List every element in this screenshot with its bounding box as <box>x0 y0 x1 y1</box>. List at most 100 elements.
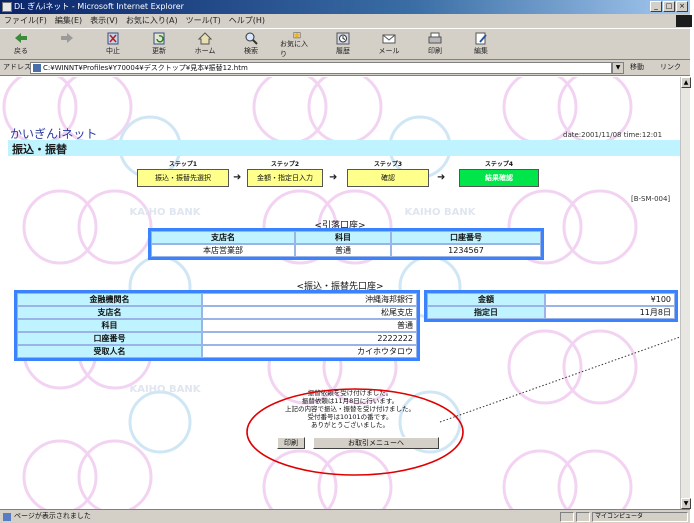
watermark-logo: KAIHO BANK <box>129 384 201 395</box>
date-cell: 11月8日 <box>545 306 675 319</box>
scroll-up-icon[interactable]: ▲ <box>681 77 691 88</box>
from-account-table: 支店名 科目 口座番号 本店営業部 普通 1234567 <box>148 228 544 260</box>
address-dropdown-button[interactable]: ▼ <box>612 62 624 74</box>
window-title: DL ぎんiネット - Microsoft Internet Explorer <box>14 2 184 11</box>
status-cell <box>560 512 574 522</box>
branch-name-cell: 本店営業部 <box>151 244 295 257</box>
result-line: 振替依頼は11月8日に行います。 <box>301 397 399 405</box>
step-box: 金額・指定日入力 <box>247 169 323 187</box>
row-header: 指定日 <box>427 306 545 319</box>
table-row: 科目 普通 <box>17 319 417 332</box>
watermark-logo: KAIHO BANK <box>129 207 201 218</box>
status-text: ページが表示されました <box>14 512 91 520</box>
section-title: 振込・振替 <box>12 143 67 156</box>
stop-icon <box>107 32 119 45</box>
ie-app-icon <box>2 2 12 12</box>
home-button[interactable]: ホーム <box>188 29 222 59</box>
menu-favorites[interactable]: お気に入り(A) <box>126 14 178 28</box>
forward-arrow-icon <box>61 33 73 43</box>
result-line: ありがとうございました。 <box>311 421 389 429</box>
edit-button[interactable]: 編集 <box>464 29 498 59</box>
recipient-name-cell: カイホウタロウ <box>202 345 417 358</box>
table-row: 口座番号 2222222 <box>17 332 417 345</box>
history-label: 履歴 <box>336 47 350 55</box>
column-header: 支店名 <box>151 231 295 244</box>
page-done-icon <box>3 513 11 521</box>
menu-help[interactable]: ヘルプ(H) <box>229 14 265 28</box>
home-label: ホーム <box>194 47 216 55</box>
print-button[interactable]: 印刷 <box>418 29 452 59</box>
table-row: 金融機関名 沖縄海邦銀行 <box>17 293 417 306</box>
print-icon <box>428 32 442 44</box>
menu-file[interactable]: ファイル(F) <box>4 14 47 28</box>
refresh-icon <box>153 32 165 45</box>
row-header: 支店名 <box>17 306 202 319</box>
links-button[interactable]: リンク <box>660 60 690 75</box>
step-1: ステップ1 振込・振替先選択 <box>137 161 229 187</box>
step-label: ステップ3 <box>373 161 403 168</box>
result-line: 受付番号は10101の番です。 <box>307 413 393 421</box>
mail-button[interactable]: メール <box>372 29 406 59</box>
step-3: ステップ3 確認 <box>347 161 429 187</box>
step-label: ステップ2 <box>270 161 300 168</box>
step-arrow-icon: ➜ <box>329 172 338 183</box>
account-type-cell: 普通 <box>295 244 391 257</box>
column-header: 科目 <box>295 231 391 244</box>
bank-name-cell: 沖縄海邦銀行 <box>202 293 417 306</box>
section-title-bar: 振込・振替 <box>8 140 680 156</box>
search-label: 検索 <box>244 47 258 55</box>
print-page-button[interactable]: 印刷 <box>277 437 305 449</box>
edit-label: 編集 <box>474 47 488 55</box>
stop-label: 中止 <box>106 47 120 55</box>
result-message: 振替依頼を受け付けました。 振替依頼は11月8日に行います。 上記の内容で振込・… <box>260 389 440 429</box>
print-label: 印刷 <box>428 47 442 55</box>
menu-edit[interactable]: 編集(E) <box>55 14 82 28</box>
table-row: 指定日 11月8日 <box>427 306 675 319</box>
table-row: 本店営業部 普通 1234567 <box>151 244 541 257</box>
home-icon <box>197 32 213 45</box>
back-label: 戻る <box>14 47 28 55</box>
address-input[interactable]: C:¥WINNT¥Profiles¥Y70004¥デスクトップ¥見本¥振替12.… <box>30 62 612 74</box>
page-icon <box>33 64 41 72</box>
search-button[interactable]: 検索 <box>234 29 268 59</box>
table-row: 支店名 松尾支店 <box>17 306 417 319</box>
back-button[interactable]: 戻る <box>4 29 38 59</box>
windows-logo-throbber <box>676 15 692 27</box>
forward-button[interactable] <box>50 29 84 59</box>
vertical-scrollbar[interactable]: ▲ ▼ <box>680 77 691 509</box>
step-box: 振込・振替先選択 <box>137 169 229 187</box>
go-button[interactable]: 移動 <box>630 60 644 75</box>
to-account-table: 金融機関名 沖縄海邦銀行 支店名 松尾支店 科目 普通 口座番号 2222222… <box>14 290 420 361</box>
stop-button[interactable]: 中止 <box>96 29 130 59</box>
window-controls: _ □ × <box>650 1 688 12</box>
step-arrow-icon: ➜ <box>233 172 242 183</box>
row-header: 口座番号 <box>17 332 202 345</box>
back-to-menu-button[interactable]: お取引メニューへ <box>313 437 439 449</box>
scroll-down-icon[interactable]: ▼ <box>681 498 691 509</box>
favorites-button[interactable]: お気に入り <box>280 29 314 59</box>
minimize-button[interactable]: _ <box>650 1 662 12</box>
maximize-button[interactable]: □ <box>663 1 675 12</box>
menu-tools[interactable]: ツール(T) <box>186 14 221 28</box>
amount-cell: ¥100 <box>545 293 675 306</box>
menu-view[interactable]: 表示(V) <box>90 14 118 28</box>
page-code: [B-SM-004] <box>631 195 671 203</box>
step-2: ステップ2 金額・指定日入力 <box>247 161 323 187</box>
step-box: 確認 <box>347 169 429 187</box>
step-label: ステップ4 <box>484 161 514 168</box>
edit-icon <box>475 32 487 45</box>
amount-date-table: 金額 ¥100 指定日 11月8日 <box>424 290 678 322</box>
mail-label: メール <box>378 47 400 55</box>
step-4-current: ステップ4 結果確認 <box>459 161 539 187</box>
table-row: 受取人名 カイホウタロウ <box>17 345 417 358</box>
history-icon <box>336 32 350 45</box>
close-button[interactable]: × <box>676 1 688 12</box>
zone-indicator: マイコンピュータ <box>592 512 688 522</box>
refresh-button[interactable]: 更新 <box>142 29 176 59</box>
toolbar: 戻る 中止 更新 ホーム 検索 お気に入り 履歴 メール 印刷 編集 <box>0 28 690 60</box>
history-button[interactable]: 履歴 <box>326 29 360 59</box>
favorites-label: お気に入り <box>280 40 308 58</box>
result-line: 上記の内容で振込・振替を受け付けました。 <box>285 405 415 413</box>
row-header: 科目 <box>17 319 202 332</box>
account-number-cell: 1234567 <box>391 244 541 257</box>
